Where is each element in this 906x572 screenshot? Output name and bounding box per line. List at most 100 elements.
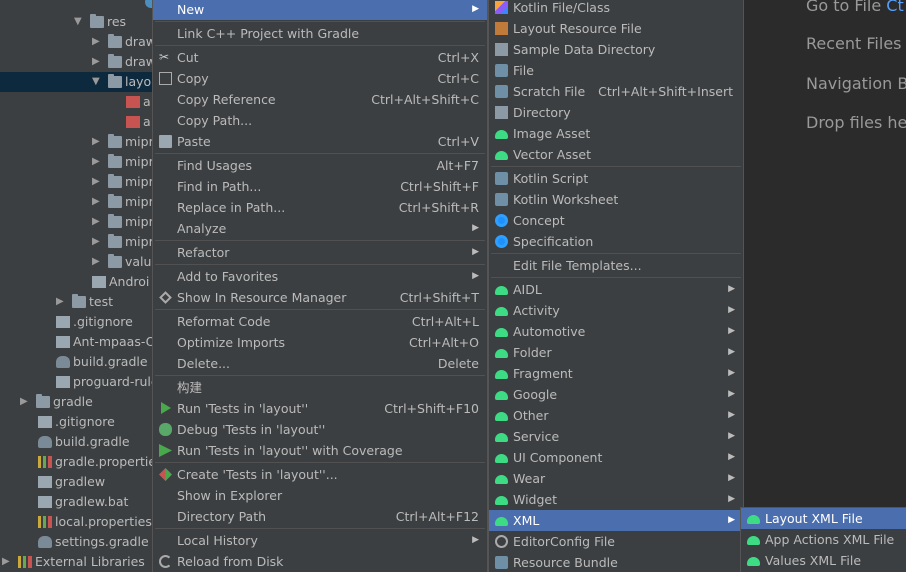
chevron-right-icon[interactable]: ▶ [92,132,100,152]
context-menu-item-13[interactable]: Analyze ▶ [153,218,487,239]
tree-row-10[interactable]: ▶ mipr [0,192,152,212]
context-menu-item-12[interactable]: Replace in Path... Ctrl+Shift+R [153,197,487,218]
tree-row-0[interactable] [0,0,152,12]
chevron-right-icon[interactable]: ▶ [92,232,100,252]
chevron-down-icon[interactable]: ▼ [92,72,100,92]
tree-row-23[interactable]: gradle.propertie [0,452,152,472]
new-menu-item-7[interactable]: Vector Asset [489,144,743,165]
tree-row-13[interactable]: ▶ valu [0,252,152,272]
tree-row-19[interactable]: proguard-rule [0,372,152,392]
tree-row-22[interactable]: build.gradle [0,432,152,452]
new-menu-item-5[interactable]: Directory [489,102,743,123]
tree-row-7[interactable]: ▶ mipr [0,132,152,152]
chevron-right-icon[interactable]: ▶ [92,172,100,192]
context-menu-item-22[interactable]: Delete... Delete [153,353,487,374]
chevron-down-icon[interactable]: ▼ [74,12,82,32]
tree-row-6[interactable]: a [0,112,152,132]
context-menu-item-7[interactable]: Copy Path... [153,110,487,131]
new-menu-item-11[interactable]: Concept [489,210,743,231]
tree-row-26[interactable]: local.properties [0,512,152,532]
tree-row-18[interactable]: build.gradle [0,352,152,372]
chevron-right-icon[interactable]: ▶ [92,192,100,212]
xml-menu-item-0[interactable]: Layout XML File [741,508,906,529]
context-menu-item-15[interactable]: Refactor ▶ [153,242,487,263]
context-menu-item-0[interactable]: New ▶ [153,0,487,20]
chevron-right-icon[interactable]: ▶ [20,392,28,412]
new-menu-item-18[interactable]: Automotive ▶ [489,321,743,342]
tree-row-4[interactable]: ▼ layo [0,72,152,92]
chevron-right-icon[interactable]: ▶ [92,252,100,272]
tree-row-24[interactable]: gradlew [0,472,152,492]
tree-row-21[interactable]: .gitignore [0,412,152,432]
new-menu-item-0[interactable]: Kotlin File/Class [489,0,743,18]
tree-row-11[interactable]: ▶ mipr [0,212,152,232]
new-menu-item-3[interactable]: File [489,60,743,81]
tree-row-16[interactable]: .gitignore [0,312,152,332]
context-menu-item-27[interactable]: Run 'Tests in 'layout'' with Coverage [153,440,487,461]
new-menu-item-12[interactable]: Specification [489,231,743,252]
context-menu-item-30[interactable]: Show in Explorer [153,485,487,506]
tree-row-2[interactable]: ▶ draw [0,32,152,52]
context-menu-item-33[interactable]: Local History ▶ [153,530,487,551]
tree-row-12[interactable]: ▶ mipr [0,232,152,252]
new-menu-item-26[interactable]: Widget ▶ [489,489,743,510]
tree-row-20[interactable]: ▶ gradle [0,392,152,412]
chevron-right-icon[interactable]: ▶ [56,292,64,312]
new-menu-item-19[interactable]: Folder ▶ [489,342,743,363]
new-menu-item-23[interactable]: Service ▶ [489,426,743,447]
tree-row-8[interactable]: ▶ mipr [0,152,152,172]
new-menu-item-21[interactable]: Google ▶ [489,384,743,405]
context-menu-item-11[interactable]: Find in Path... Ctrl+Shift+F [153,176,487,197]
new-menu-item-4[interactable]: Scratch File Ctrl+Alt+Shift+Insert [489,81,743,102]
xml-menu-item-2[interactable]: Values XML File [741,550,906,571]
new-menu-item-27[interactable]: XML ▶ [489,510,743,531]
xml-menu-item-1[interactable]: App Actions XML File [741,529,906,550]
new-menu-item-28[interactable]: EditorConfig File [489,531,743,552]
tree-row-15[interactable]: ▶ test [0,292,152,312]
context-menu-item-4[interactable]: ✂ Cut Ctrl+X [153,47,487,68]
new-menu-item-6[interactable]: Image Asset [489,123,743,144]
context-menu-item-25[interactable]: Run 'Tests in 'layout'' Ctrl+Shift+F10 [153,398,487,419]
tree-row-27[interactable]: settings.gradle [0,532,152,552]
tree-row-1[interactable]: ▼ res [0,12,152,32]
context-menu-item-6[interactable]: Copy Reference Ctrl+Alt+Shift+C [153,89,487,110]
chevron-right-icon[interactable]: ▶ [92,152,100,172]
new-menu-item-29[interactable]: Resource Bundle [489,552,743,572]
tree-row-14[interactable]: Androi [0,272,152,292]
context-menu-item-31[interactable]: Directory Path Ctrl+Alt+F12 [153,506,487,527]
context-menu-item-26[interactable]: Debug 'Tests in 'layout'' [153,419,487,440]
tree-row-3[interactable]: ▶ draw [0,52,152,72]
chevron-right-icon[interactable]: ▶ [2,552,10,572]
new-menu-item-9[interactable]: Kotlin Script [489,168,743,189]
new-menu-item-24[interactable]: UI Component ▶ [489,447,743,468]
context-menu-item-2[interactable]: Link C++ Project with Gradle [153,23,487,44]
new-menu-item-20[interactable]: Fragment ▶ [489,363,743,384]
new-menu-item-2[interactable]: Sample Data Directory [489,39,743,60]
context-menu-item-29[interactable]: Create 'Tests in 'layout''... [153,464,487,485]
new-menu-item-16[interactable]: AIDL ▶ [489,279,743,300]
new-menu-item-10[interactable]: Kotlin Worksheet [489,189,743,210]
tree-row-25[interactable]: gradlew.bat [0,492,152,512]
new-menu-item-17[interactable]: Activity ▶ [489,300,743,321]
new-menu-item-14[interactable]: Edit File Templates... [489,255,743,276]
tree-row-9[interactable]: ▶ mipr [0,172,152,192]
context-menu-item-20[interactable]: Reformat Code Ctrl+Alt+L [153,311,487,332]
chevron-right-icon[interactable]: ▶ [92,212,100,232]
context-menu-item-18[interactable]: Show In Resource Manager Ctrl+Shift+T [153,287,487,308]
context-menu-item-10[interactable]: Find Usages Alt+F7 [153,155,487,176]
context-menu-item-8[interactable]: Paste Ctrl+V [153,131,487,152]
tree-row-5[interactable]: a [0,92,152,112]
tree-row-17[interactable]: Ant-mpaas-O [0,332,152,352]
new-menu-item-22[interactable]: Other ▶ [489,405,743,426]
context-menu-item-5[interactable]: Copy Ctrl+C [153,68,487,89]
chevron-right-icon[interactable]: ▶ [92,52,100,72]
context-menu-item-24[interactable]: 构建 [153,377,487,398]
context-menu-item-17[interactable]: Add to Favorites ▶ [153,266,487,287]
new-menu-item-1[interactable]: Layout Resource File [489,18,743,39]
tree-row-28[interactable]: ▶ External Libraries [0,552,152,572]
new-menu-item-25[interactable]: Wear ▶ [489,468,743,489]
new-menu-label: Service [513,429,560,444]
context-menu-item-21[interactable]: Optimize Imports Ctrl+Alt+O [153,332,487,353]
context-menu-item-34[interactable]: Reload from Disk [153,551,487,572]
chevron-right-icon[interactable]: ▶ [92,32,100,52]
